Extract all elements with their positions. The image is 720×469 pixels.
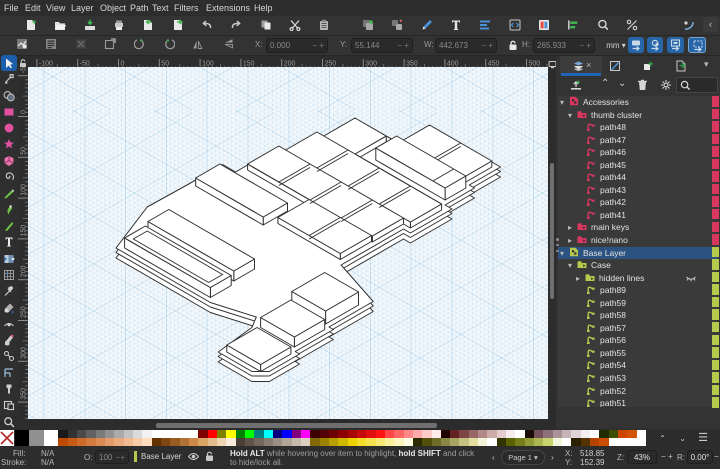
svg-text:-50: -50: [21, 67, 28, 73]
svg-text:250: 250: [21, 306, 28, 318]
svg-text:200: 200: [21, 265, 28, 277]
svg-text:150: 150: [21, 225, 28, 237]
svg-text:300: 300: [21, 347, 28, 359]
svg-text:100: 100: [21, 184, 28, 196]
svg-text:50: 50: [21, 147, 28, 155]
svg-text:350: 350: [21, 388, 28, 400]
svg-text:0: 0: [21, 110, 28, 114]
